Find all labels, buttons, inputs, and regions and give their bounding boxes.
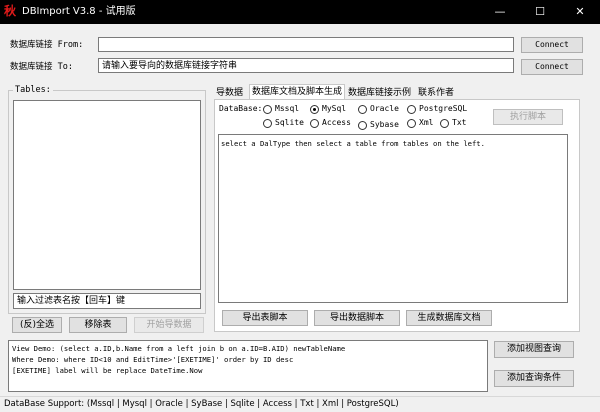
- to-input[interactable]: 请输入要导向的数据库链接字符串: [98, 58, 514, 73]
- tab-connection-examples[interactable]: 数据库链接示例: [346, 86, 413, 100]
- minimize-icon[interactable]: —: [480, 0, 520, 24]
- status-bar: DataBase Support: (Mssql | Mysql | Oracl…: [0, 396, 600, 412]
- radio-sybase-label: Sybase: [370, 120, 399, 129]
- add-query-condition-button[interactable]: 添加查询条件: [494, 370, 574, 387]
- demo-line: [EXETIME] label will be replace DateTime…: [12, 366, 203, 375]
- select-all-button[interactable]: (反)全选: [12, 317, 62, 333]
- table-filter-input[interactable]: 输入过滤表名按【回车】键: [13, 293, 201, 309]
- radio-xml[interactable]: [407, 119, 416, 128]
- add-view-query-button[interactable]: 添加视图查询: [494, 341, 574, 358]
- from-label: 数据库链接 From:: [10, 40, 84, 50]
- maximize-icon[interactable]: ☐: [520, 0, 560, 24]
- radio-access[interactable]: [310, 119, 319, 128]
- export-data-script-button[interactable]: 导出数据脚本: [314, 310, 400, 326]
- script-text: select a DalType then select a table fro…: [221, 139, 485, 148]
- radio-oracle-label: Oracle: [370, 104, 399, 113]
- tables-legend: Tables:: [13, 85, 53, 95]
- title-bar[interactable]: 秋 DBImport V3.8 - 试用版 — ☐ ✕: [0, 0, 600, 24]
- radio-postgresql-label: PostgreSQL: [419, 104, 468, 113]
- start-import-button[interactable]: 开始导数据: [134, 317, 204, 333]
- script-textarea[interactable]: select a DalType then select a table fro…: [218, 134, 568, 303]
- remove-table-button[interactable]: 移除表: [69, 317, 127, 333]
- table-filter-value: 输入过滤表名按【回车】键: [17, 296, 126, 306]
- radio-sybase[interactable]: [358, 121, 367, 130]
- radio-postgresql[interactable]: [407, 105, 416, 114]
- run-script-button[interactable]: 执行脚本: [493, 109, 563, 125]
- tab-import[interactable]: 导数据: [214, 86, 245, 100]
- window-title: DBImport V3.8 - 试用版: [22, 6, 136, 17]
- from-input[interactable]: [98, 37, 514, 52]
- radio-xml-label: Xml: [419, 118, 434, 127]
- close-icon[interactable]: ✕: [560, 0, 600, 24]
- to-input-value: 请输入要导向的数据库链接字符串: [102, 61, 238, 71]
- to-label: 数据库链接 To:: [10, 62, 73, 72]
- export-table-script-button[interactable]: 导出表脚本: [222, 310, 308, 326]
- database-label: DataBase:: [219, 104, 263, 113]
- radio-txt-label: Txt: [452, 118, 467, 127]
- radio-sqlite[interactable]: [263, 119, 272, 128]
- status-text: DataBase Support: (Mssql | Mysql | Oracl…: [4, 399, 399, 409]
- radio-mssql-label: Mssql: [275, 104, 300, 113]
- radio-access-label: Access: [322, 118, 351, 127]
- radio-txt[interactable]: [440, 119, 449, 128]
- tab-contact-author[interactable]: 联系作者: [416, 86, 456, 100]
- radio-oracle[interactable]: [358, 105, 367, 114]
- connect-from-button[interactable]: Connect: [521, 37, 583, 53]
- radio-sqlite-label: Sqlite: [275, 118, 304, 127]
- radio-mysql[interactable]: [310, 105, 319, 114]
- demo-line: View Demo: (select a.ID,b.Name from a le…: [12, 344, 346, 353]
- radio-mssql[interactable]: [263, 105, 272, 114]
- demo-line: Where Demo: where ID<10 and EditTime>'[E…: [12, 355, 294, 364]
- tab-doc-script[interactable]: 数据库文档及脚本生成: [249, 84, 346, 100]
- generate-doc-button[interactable]: 生成数据库文档: [406, 310, 492, 326]
- app-icon: 秋: [4, 4, 17, 18]
- radio-mysql-label: MySql: [322, 104, 347, 113]
- demo-textarea[interactable]: View Demo: (select a.ID,b.Name from a le…: [8, 340, 488, 392]
- tables-list[interactable]: [13, 100, 201, 290]
- connect-to-button[interactable]: Connect: [521, 59, 583, 75]
